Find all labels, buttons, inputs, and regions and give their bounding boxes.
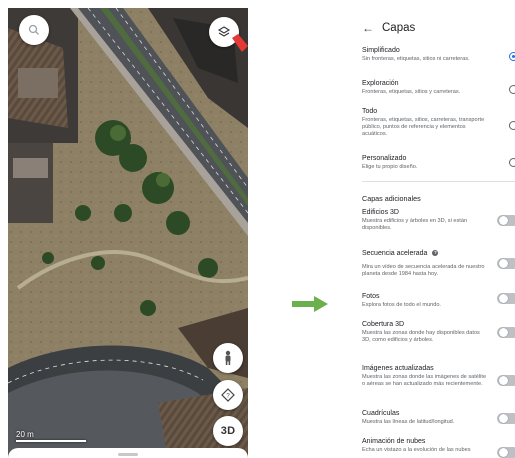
radio-button[interactable]	[509, 158, 515, 167]
layer-description: Muestra edificios y árboles en 3D, si es…	[362, 218, 468, 232]
layer-cobertura-3d[interactable]: Cobertura 3D Muestra las zonas donde hay…	[362, 320, 512, 344]
panel-title: Capas	[382, 22, 416, 34]
street-view-pegman-button[interactable]	[213, 343, 243, 373]
layer-description: Echa un vistazo a la evolución de las nu…	[362, 447, 471, 453]
layer-description: Mira un vídeo de secuencia acelerada de …	[362, 264, 485, 278]
compass-icon: ?	[221, 388, 235, 402]
option-description: Elige tu propio diseño.	[362, 164, 418, 170]
scale-label: 20 m	[16, 430, 34, 439]
layers-icon	[217, 26, 231, 37]
back-arrow-icon[interactable]: ←	[362, 22, 374, 34]
transition-arrow-icon	[292, 296, 328, 312]
search-icon	[28, 24, 39, 35]
layer-title: Imágenes actualizadas	[362, 365, 434, 372]
toggle-cuadriculas[interactable]	[497, 413, 515, 424]
toggle-animacion-de-nubes[interactable]	[497, 447, 515, 458]
layer-imagenes-actualizadas[interactable]: Imágenes actualizadas Muestra las zonas …	[362, 364, 512, 388]
option-title: Exploración	[362, 80, 399, 87]
toggle-edificios-3d[interactable]	[497, 215, 515, 226]
layer-edificios-3d[interactable]: Edificios 3D Muestra edificios y árboles…	[362, 208, 512, 232]
layer-description: Muestra las zonas donde hay disponibles …	[362, 330, 480, 344]
layer-description: Muestra las zonas donde las imágenes de …	[362, 374, 487, 388]
layer-title: Secuencia acelerada?	[362, 249, 512, 258]
layer-description: Muestra las líneas de latitud/longitud.	[362, 419, 455, 425]
layer-title-text: Secuencia acelerada	[362, 250, 428, 257]
map-type-option-personalizado[interactable]: Personalizado Elige tu propio diseño.	[362, 154, 515, 171]
bottom-sheet-handle[interactable]	[118, 453, 138, 456]
option-title: Personalizado	[362, 155, 407, 162]
additional-layers-title: Capas adicionales	[362, 194, 421, 203]
toggle-imagenes-actualizadas[interactable]	[497, 375, 515, 386]
layer-title: Cuadrículas	[362, 410, 400, 417]
option-title: Simplificado	[362, 47, 400, 54]
layer-description: Explora fotos de todo el mundo.	[362, 302, 441, 308]
toggle-secuencia-acelerada[interactable]	[497, 258, 515, 269]
option-title: Todo	[362, 108, 378, 115]
radio-button-selected[interactable]	[509, 52, 515, 61]
toggle-cobertura-3d[interactable]	[497, 327, 515, 338]
map-view[interactable]: ? 3D 20 m	[8, 8, 248, 458]
toggle-fotos[interactable]	[497, 293, 515, 304]
radio-button[interactable]	[509, 85, 515, 94]
layers-panel: ← Capas Simplificado Sin fronteras, etiq…	[354, 0, 515, 458]
layer-title: Edificios 3D	[362, 209, 399, 216]
map-type-option-simplificado[interactable]: Simplificado Sin fronteras, etiquetas, s…	[362, 46, 515, 63]
pegman-icon	[225, 350, 231, 365]
compass-button[interactable]: ?	[213, 380, 243, 410]
layer-title: Cobertura 3D	[362, 321, 405, 328]
layer-animacion-de-nubes[interactable]: Animación de nubes Echa un vistazo a la …	[362, 437, 512, 454]
layer-secuencia-acelerada[interactable]: Secuencia acelerada? Mira un vídeo de se…	[362, 249, 512, 278]
map-scale: 20 m	[16, 430, 86, 442]
bottom-sheet[interactable]	[8, 448, 248, 458]
layer-cuadriculas[interactable]: Cuadrículas Muestra las líneas de latitu…	[362, 409, 512, 426]
scale-bar-line	[16, 440, 86, 442]
satellite-imagery	[8, 8, 248, 458]
radio-button[interactable]	[509, 121, 515, 130]
layer-title: Fotos	[362, 293, 380, 300]
panel-header: ← Capas	[362, 18, 415, 38]
map-type-option-exploracion[interactable]: Exploración Fronteras, etiquetas, sitios…	[362, 79, 515, 96]
layer-title: Animación de nubes	[362, 438, 426, 445]
3d-toggle-button[interactable]: 3D	[213, 416, 243, 446]
section-divider	[362, 181, 515, 182]
search-button[interactable]	[19, 15, 49, 45]
layer-fotos[interactable]: Fotos Explora fotos de todo el mundo.	[362, 292, 512, 309]
option-description: Sin fronteras, etiquetas, sitios ni carr…	[362, 56, 470, 62]
highlight-arrow-icon	[232, 34, 248, 52]
map-type-option-todo[interactable]: Todo Fronteras, etiquetas, sitios, carre…	[362, 107, 515, 139]
option-description: Fronteras, etiquetas, sitios y carretera…	[362, 89, 461, 95]
option-description: Fronteras, etiquetas, sitios, carreteras…	[362, 117, 485, 138]
help-icon[interactable]: ?	[432, 250, 439, 257]
